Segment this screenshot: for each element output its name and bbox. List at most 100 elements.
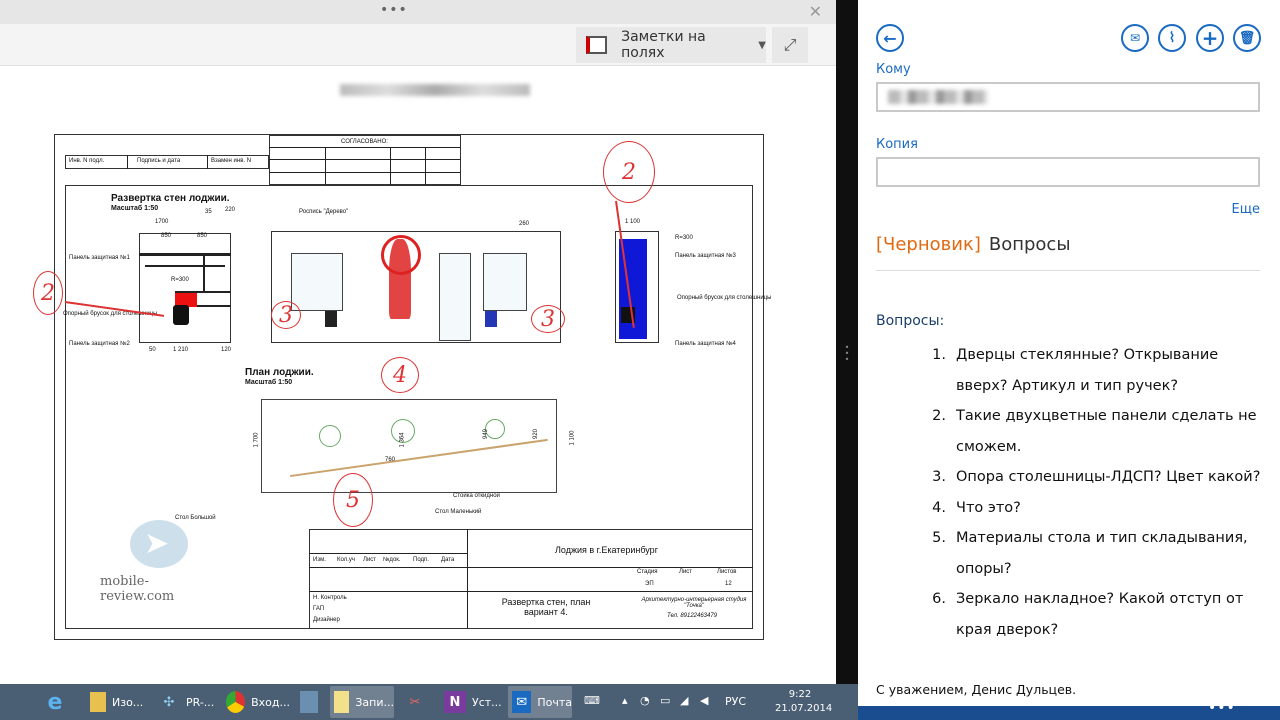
question-text: Дверцы стеклянные? Открывание вверх? Арт… [956, 347, 1219, 394]
dim-35: 35 [205, 209, 212, 215]
taskbar-item-notes[interactable]: Запи... [330, 686, 394, 718]
taskbar-item-onenote[interactable]: N Уст... [440, 686, 504, 718]
dim-r300-right: R=300 [675, 235, 693, 241]
margin-notes-button[interactable]: Заметки на полях ▼ [576, 27, 766, 63]
more-link[interactable]: Еще [1232, 202, 1260, 217]
dim-920: 920 [533, 428, 540, 440]
draft-label: [Черновик] [876, 234, 981, 255]
send-icon[interactable]: ✉ [1121, 24, 1149, 52]
divider-grip-icon[interactable]: • • • [842, 344, 852, 375]
panel-2-label: Панель защитная №2 [69, 341, 130, 347]
panel-1-label: Панель защитная №1 [69, 255, 130, 261]
taskbar-item-images[interactable]: Изо... [86, 686, 148, 718]
watermark-text: mobile-review.com [100, 574, 175, 604]
to-input[interactable] [876, 82, 1260, 112]
chevron-down-icon[interactable]: ▼ [758, 40, 766, 51]
delete-icon[interactable]: 🗑 [1233, 24, 1261, 52]
wall-title: Развертка стен лоджии. [111, 193, 230, 204]
red-mark-3-right: 3 [531, 305, 565, 333]
list-item: 6. Зеркало накладное? Какой отступ от кра… [918, 584, 1263, 645]
tb-col-podp: Подп. [413, 557, 429, 563]
cursor-arrow-icon: ➤ [144, 526, 170, 561]
tb-col-data: Дата [441, 557, 455, 563]
app-bar[interactable]: ••• [858, 700, 1280, 720]
inventory-col-2: Подпись и дата [137, 158, 181, 164]
taskbar-item-pr[interactable]: ✣ PR-... [154, 686, 216, 718]
snap-divider[interactable] [836, 0, 858, 684]
clock[interactable]: 9:22 21.07.2014 [775, 688, 832, 716]
calculator-icon [300, 691, 318, 713]
close-icon[interactable]: ✕ [809, 2, 822, 21]
snipping-button[interactable]: ✂ [400, 686, 432, 718]
sheet-title: Развертка стен, план вариант 4. [501, 597, 591, 617]
sync-icon[interactable]: ◔ [640, 694, 650, 707]
dim-1100-plan: 1 100 [569, 430, 576, 446]
back-arrow-icon[interactable]: ← [876, 24, 904, 52]
wall-scale: Масштаб 1:50 [111, 205, 159, 212]
list-item: 4. Что это? [918, 493, 1263, 524]
dim-50: 50 [149, 347, 156, 353]
question-text: Опора столешницы-ЛДСП? Цвет какой? [956, 469, 1261, 485]
role-control: Н. Контроль [313, 595, 347, 601]
taskbar-item-chrome[interactable]: Вход... [222, 686, 290, 718]
red-mark-2-left: 2 [33, 271, 63, 315]
dim-1210: 1 210 [173, 347, 189, 353]
subject-field[interactable]: [Черновик] Вопросы [876, 234, 1071, 255]
subject-text: Вопросы [988, 234, 1071, 255]
keyboard-icon[interactable]: ⌨ [584, 694, 600, 707]
more-options-icon[interactable]: ••• [1208, 700, 1236, 716]
red-mark-4: 4 [381, 357, 419, 393]
left-elevation [139, 233, 231, 343]
cc-input[interactable] [876, 157, 1260, 187]
onenote-icon: N [444, 691, 466, 713]
dim-220: 220 [225, 207, 236, 213]
calculator-button[interactable] [296, 686, 324, 718]
list-item: 2. Такие двухцветные панели сделать не см… [918, 401, 1263, 462]
internet-explorer-icon: e [47, 689, 63, 715]
dim-1700: 1700 [155, 219, 169, 225]
page-title-blurred [340, 84, 530, 96]
show-hidden-icon[interactable]: ▴ [622, 694, 628, 707]
project-title: Лоджия в г.Екатеринбург [555, 545, 658, 555]
tb-col-list: Лист [363, 557, 377, 563]
question-text: Такие двухцветные панели сделать не смож… [956, 408, 1257, 455]
clock-time: 9:22 [788, 689, 812, 700]
panel-3-label: Панель защитная №3 [675, 253, 736, 259]
attachment-icon[interactable]: ⌇ [1158, 24, 1186, 52]
watermark-logo: ➤ mobile-review.com [100, 520, 210, 604]
stage-label: Стадия [637, 569, 658, 575]
taskbar-item-mail[interactable]: ✉ Почта [508, 686, 572, 718]
margin-notes-label: Заметки на полях [621, 29, 706, 61]
panel-4-label: Панель защитная №4 [675, 341, 736, 347]
tb-col-koluch: Кол.уч [337, 557, 355, 563]
window-titlebar[interactable]: ••• ✕ [0, 0, 836, 24]
ie-button[interactable]: e [40, 686, 72, 718]
expand-icon[interactable]: ⤢ [772, 27, 808, 63]
taskbar-item-label: Запи... [355, 695, 394, 709]
inventory-col-3: Взамен инв. N [211, 158, 252, 164]
onenote-window: ••• ✕ Заметки на полях ▼ ⤢ СОГЛАСОВАНО: … [0, 0, 836, 684]
battery-icon[interactable]: ▭ [660, 694, 670, 707]
window-grip-icon[interactable]: ••• [380, 2, 408, 18]
questions-list[interactable]: 1. Дверцы стеклянные? Открывание вверх? А… [918, 340, 1263, 645]
plan-scale: Масштаб 1:50 [245, 379, 293, 386]
support-label-right: Опорный брусок для столешницы [677, 295, 772, 301]
recipient-blurred [888, 90, 988, 104]
studio-phone: Тел. 89122463479 [667, 613, 718, 619]
language-indicator[interactable]: РУС [725, 695, 746, 708]
cc-label: Копия [876, 137, 918, 152]
notebook-icon [586, 36, 608, 54]
folding-label: Стойка откидной [453, 493, 500, 499]
volume-icon[interactable]: ◀ [700, 694, 708, 707]
body-heading: Вопросы: [876, 313, 945, 329]
mural-label: Роспись "Дерево" [299, 209, 349, 215]
question-text: Зеркало накладное? Какой отступ от края … [956, 591, 1244, 638]
dim-120: 120 [221, 347, 232, 353]
red-mark-2-right: 2 [603, 141, 655, 203]
dim-1364: 1 364 [399, 432, 406, 448]
folder-icon [90, 692, 106, 712]
add-icon[interactable]: + [1196, 24, 1224, 52]
dim-949: 949 [483, 428, 490, 440]
approval-label: СОГЛАСОВАНО: [341, 139, 388, 145]
network-signal-icon[interactable]: ◢ [680, 694, 688, 707]
